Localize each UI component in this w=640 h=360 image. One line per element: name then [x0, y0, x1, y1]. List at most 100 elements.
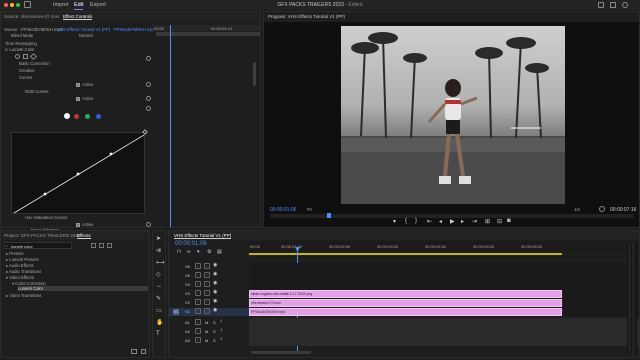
- curve-point[interactable]: [109, 152, 113, 156]
- section-curves[interactable]: Curves: [19, 75, 32, 80]
- track-label[interactable]: V5: [183, 273, 190, 278]
- linked-selection-icon[interactable]: ∞: [187, 249, 191, 255]
- go-to-in-icon[interactable]: ⇤: [427, 218, 432, 225]
- slip-tool-icon[interactable]: ↔: [156, 283, 162, 289]
- effects-search-input[interactable]: ⌕ lumetri color: [4, 242, 72, 249]
- razor-tool-icon[interactable]: ◇: [156, 271, 161, 278]
- tree-presets[interactable]: ▸ Presets: [6, 251, 23, 256]
- quality-dropdown[interactable]: 1/4: [574, 207, 580, 212]
- program-title[interactable]: Program: VHS Effects Tutorial V1 (PP): [268, 14, 345, 19]
- export-frame-icon[interactable]: ◙: [507, 218, 511, 224]
- curve-point[interactable]: [76, 172, 80, 176]
- effect-controls-playhead[interactable]: [170, 25, 171, 227]
- track-label[interactable]: A3: [183, 338, 190, 343]
- lock-icon[interactable]: ▫: [195, 272, 201, 278]
- 32bit-effects-icon[interactable]: [99, 243, 104, 248]
- curves-active-checkbox[interactable]: [76, 83, 80, 87]
- mark-out-icon[interactable]: }: [415, 218, 417, 224]
- pen-tool-icon[interactable]: ✎: [156, 295, 161, 302]
- lock-icon[interactable]: ▫: [195, 319, 201, 325]
- selection-tool-icon[interactable]: ➤: [156, 235, 161, 242]
- sequence-clip-line[interactable]: VHS Effects Tutorial V1 (PP) · FPS6o3b7M…: [57, 27, 155, 32]
- lock-icon[interactable]: ▫: [195, 263, 201, 269]
- sync-lock-icon[interactable]: ▫: [204, 290, 210, 296]
- lift-icon[interactable]: ⊞: [485, 218, 490, 225]
- accelerated-effects-icon[interactable]: [91, 243, 96, 248]
- timeline-zoom-scrollbar[interactable]: [251, 351, 311, 354]
- new-folder-icon[interactable]: [131, 349, 137, 354]
- workspace-icon[interactable]: [610, 2, 616, 8]
- lock-icon[interactable]: ▫: [195, 299, 201, 305]
- lock-icon[interactable]: ▫: [195, 308, 201, 314]
- program-playhead[interactable]: [327, 213, 331, 218]
- reset-icon[interactable]: [146, 106, 151, 111]
- track-label[interactable]: V6: [183, 264, 190, 269]
- green-channel-icon[interactable]: [85, 114, 90, 119]
- step-forward-icon[interactable]: ▸: [461, 218, 464, 225]
- add-marker-icon[interactable]: ▾: [393, 218, 396, 225]
- time-remapping[interactable]: Time Remapping: [5, 41, 37, 46]
- eye-icon[interactable]: ◉: [213, 262, 217, 268]
- yuv-effects-icon[interactable]: [107, 243, 112, 248]
- track-select-icon[interactable]: ⇉: [156, 247, 161, 254]
- extract-icon[interactable]: ⊟: [497, 218, 502, 225]
- huesat-active-checkbox[interactable]: [76, 223, 80, 227]
- tree-video-transitions[interactable]: ▸ Video Transitions: [6, 293, 41, 298]
- reset-icon[interactable]: [146, 82, 151, 87]
- eye-icon[interactable]: ◉: [213, 289, 217, 295]
- track-label[interactable]: V3: [183, 291, 190, 296]
- source-patch-v1[interactable]: V1: [173, 309, 179, 315]
- step-back-icon[interactable]: ◂: [439, 218, 442, 225]
- fit-dropdown[interactable]: Fit: [307, 207, 312, 212]
- reset-icon[interactable]: [146, 222, 151, 227]
- program-timecode[interactable]: 00:00:01:06: [270, 207, 296, 213]
- tree-lumetri-presets[interactable]: ▸ Lumetri Presets: [6, 257, 39, 262]
- track-label[interactable]: A2: [183, 329, 190, 334]
- mark-in-icon[interactable]: {: [405, 218, 407, 224]
- rgb-curves-label[interactable]: RGB Curves: [25, 89, 49, 94]
- sync-lock-icon[interactable]: ▫: [204, 299, 210, 305]
- go-to-out-icon[interactable]: ⇥: [472, 218, 477, 225]
- tree-lumetri-color[interactable]: Lumetri Color: [18, 286, 148, 291]
- clip-v2-vhs-texture[interactable]: vhs-texture-07.mov: [249, 299, 562, 307]
- reset-icon[interactable]: [146, 96, 151, 101]
- tree-audio-transitions[interactable]: ▸ Audio Transitions: [6, 269, 41, 274]
- mic-icon[interactable]: ♪: [220, 318, 223, 324]
- lock-icon[interactable]: ▫: [195, 337, 201, 343]
- lock-icon[interactable]: ▫: [195, 328, 201, 334]
- section-creative[interactable]: Creative: [19, 68, 35, 73]
- timeline-ruler[interactable]: 00:00 00:00:01:00 00:00:02:00 00:00:03:0…: [249, 241, 639, 253]
- share-icon[interactable]: [598, 2, 604, 8]
- pen-mask-icon[interactable]: [29, 52, 38, 61]
- solo-button[interactable]: S: [213, 329, 216, 334]
- rgb-active-checkbox[interactable]: [76, 97, 80, 101]
- rgb-curve-graph[interactable]: [11, 132, 145, 214]
- track-label[interactable]: V4: [183, 282, 190, 287]
- tree-audio-effects[interactable]: ▸ Audio Effects: [6, 263, 34, 268]
- section-basic-correction[interactable]: Basic Correction: [19, 61, 50, 66]
- eye-icon[interactable]: ◉: [213, 280, 217, 286]
- timeline-timecode[interactable]: 00:00:01:06: [175, 241, 207, 247]
- mute-button[interactable]: M: [205, 338, 208, 343]
- tab-sequence[interactable]: VHS Effects Tutorial V1 (PP): [174, 233, 232, 239]
- effect-controls-scrollbar[interactable]: [253, 62, 256, 86]
- video-frame[interactable]: [341, 26, 565, 204]
- audio-lanes[interactable]: [249, 318, 639, 346]
- ellipse-mask-icon[interactable]: [15, 54, 20, 59]
- rectangle-tool-icon[interactable]: ▭: [156, 307, 162, 314]
- work-area-bar[interactable]: [249, 253, 562, 255]
- red-channel-icon[interactable]: [74, 114, 79, 119]
- white-channel-icon[interactable]: [64, 113, 70, 119]
- clip-v1-footage[interactable]: FPS6o3b7M0GH.mp4: [249, 308, 562, 316]
- fx-lumetri-color[interactable]: fx Lumetri Color: [5, 47, 35, 52]
- timeline-settings-icon[interactable]: ⚙: [207, 249, 211, 255]
- sync-lock-icon[interactable]: ▫: [204, 272, 210, 278]
- captions-icon[interactable]: ▤: [217, 249, 222, 255]
- track-label[interactable]: V1: [183, 309, 190, 314]
- mute-button[interactable]: M: [205, 320, 208, 325]
- eye-icon[interactable]: ◉: [213, 307, 217, 313]
- blend-mode-dropdown[interactable]: Normal: [79, 33, 93, 38]
- tree-video-effects[interactable]: ▾ Video Effects: [6, 275, 34, 280]
- clip-v3-matte[interactable]: clean-organic-info-matte-2 17 2022.png: [249, 290, 562, 298]
- blue-channel-icon[interactable]: [96, 114, 101, 119]
